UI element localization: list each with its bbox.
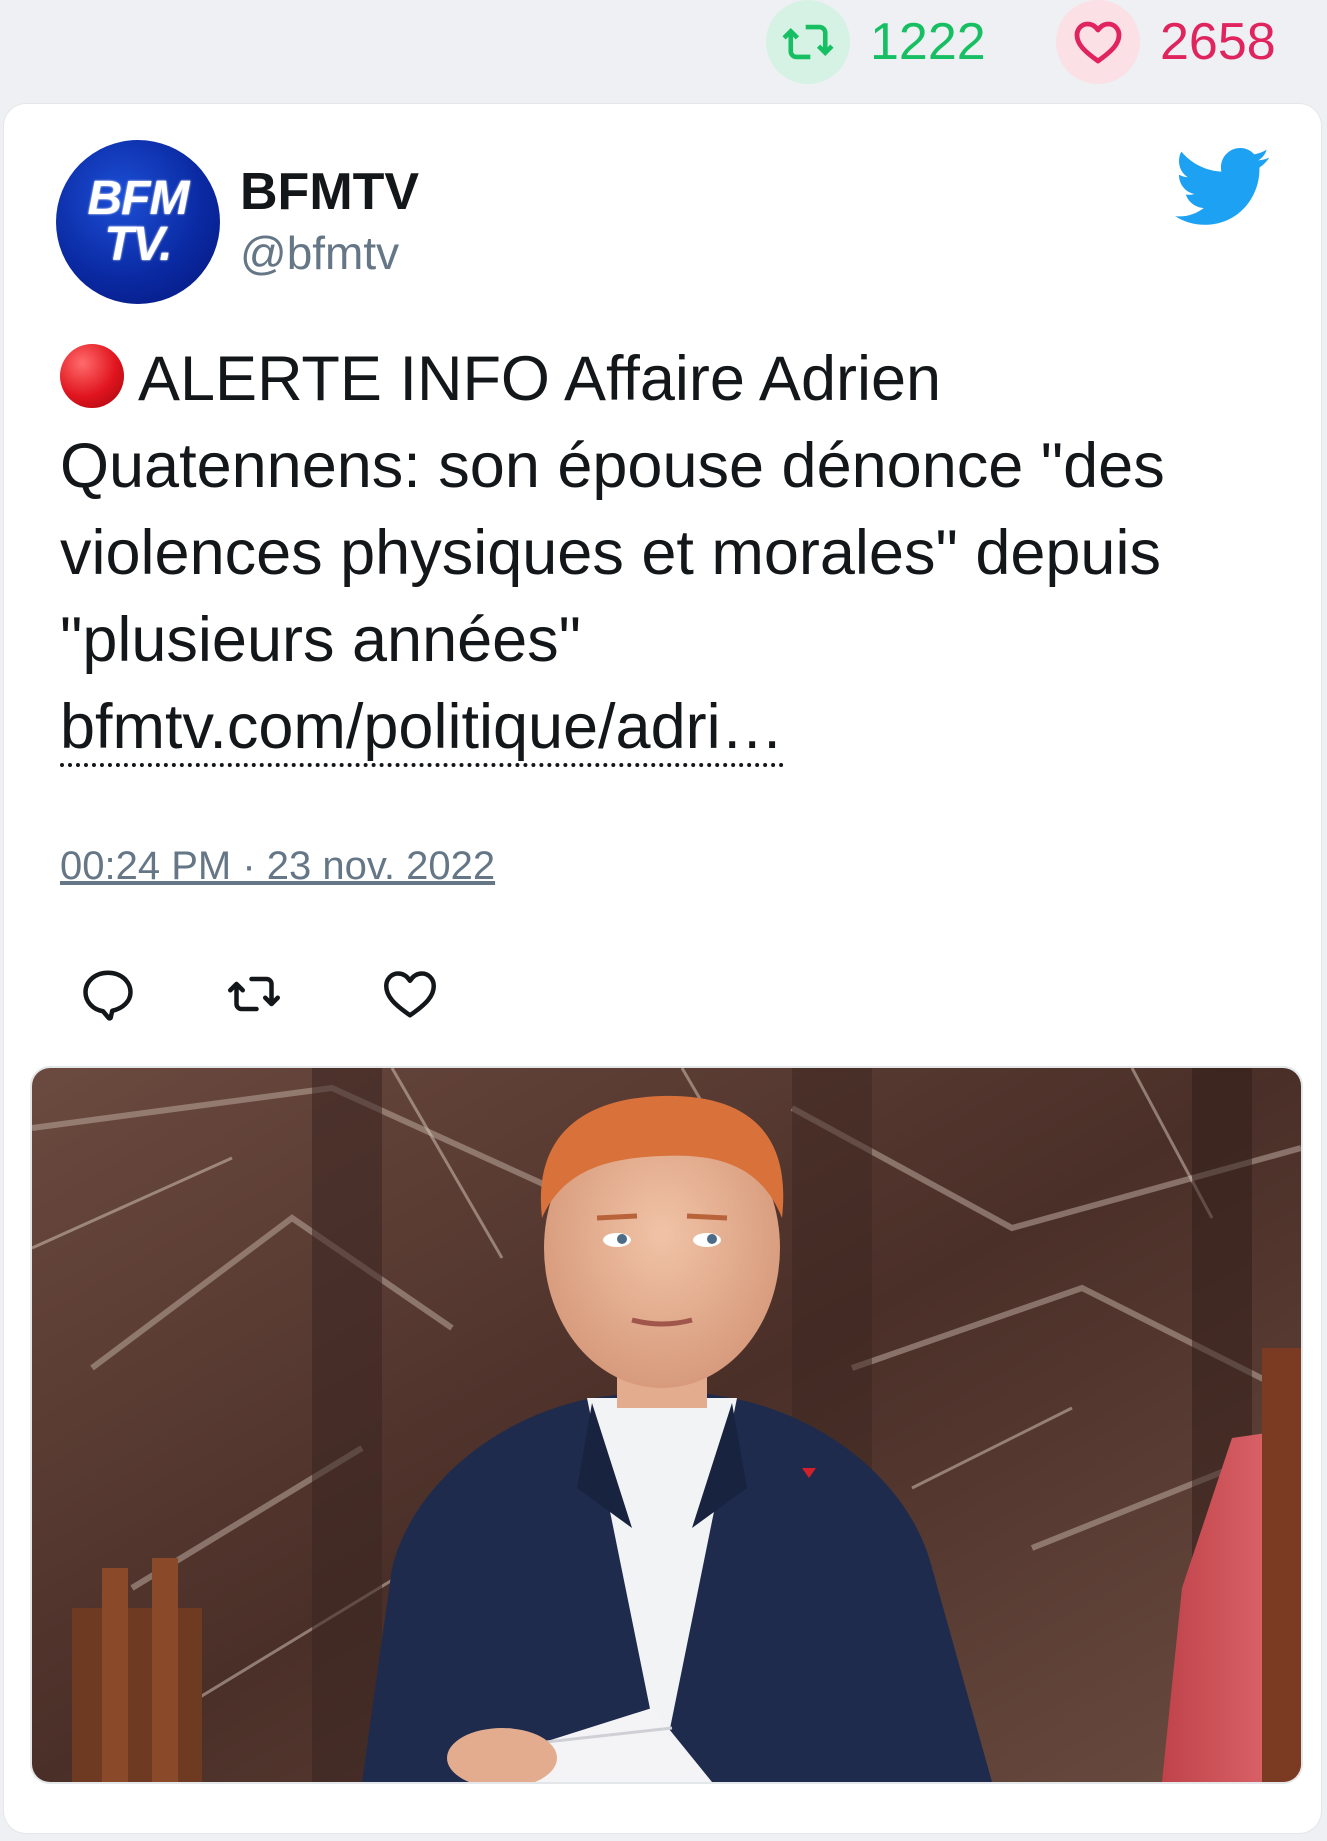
twitter-bird-icon[interactable] — [1174, 148, 1272, 228]
retweet-icon — [766, 0, 850, 84]
retweet-icon — [228, 976, 280, 1012]
tweet-timestamp[interactable]: 00:24 PM · 23 nov. 2022 — [60, 844, 495, 889]
retweet-button[interactable] — [224, 964, 284, 1024]
reply-button[interactable] — [78, 964, 138, 1024]
heart-icon — [384, 971, 436, 1018]
like-count: 2658 — [1160, 13, 1276, 71]
tweet-link[interactable]: bfmtv.com/politique/adri… — [60, 691, 784, 767]
avatar-text-line2: TV. — [104, 218, 172, 271]
engagement-stats: 1222 2658 — [0, 0, 1327, 100]
tweet-photo[interactable] — [30, 1066, 1303, 1784]
like-stat[interactable]: 2658 — [1056, 0, 1276, 84]
tweet-text: ALERTE INFO Affaire Adrien Quatennens: s… — [60, 336, 1260, 771]
photo-illustration — [32, 1068, 1301, 1782]
author-handle[interactable]: @bfmtv — [240, 226, 399, 280]
tweet-card[interactable]: BFM TV. BFMTV @bfmtv ALERTE INFO Affaire… — [4, 104, 1321, 1833]
tweet-body: ALERTE INFO Affaire Adrien Quatennens: s… — [60, 344, 1165, 675]
heart-icon — [1056, 0, 1140, 84]
reply-icon — [83, 970, 133, 1021]
retweet-count: 1222 — [870, 13, 986, 71]
red-circle-icon — [60, 344, 124, 408]
avatar[interactable]: BFM TV. — [56, 140, 220, 304]
author-name[interactable]: BFMTV — [240, 162, 419, 222]
like-button[interactable] — [380, 964, 440, 1024]
retweet-stat[interactable]: 1222 — [766, 0, 986, 84]
avatar-text-line1: BFM — [87, 172, 190, 226]
